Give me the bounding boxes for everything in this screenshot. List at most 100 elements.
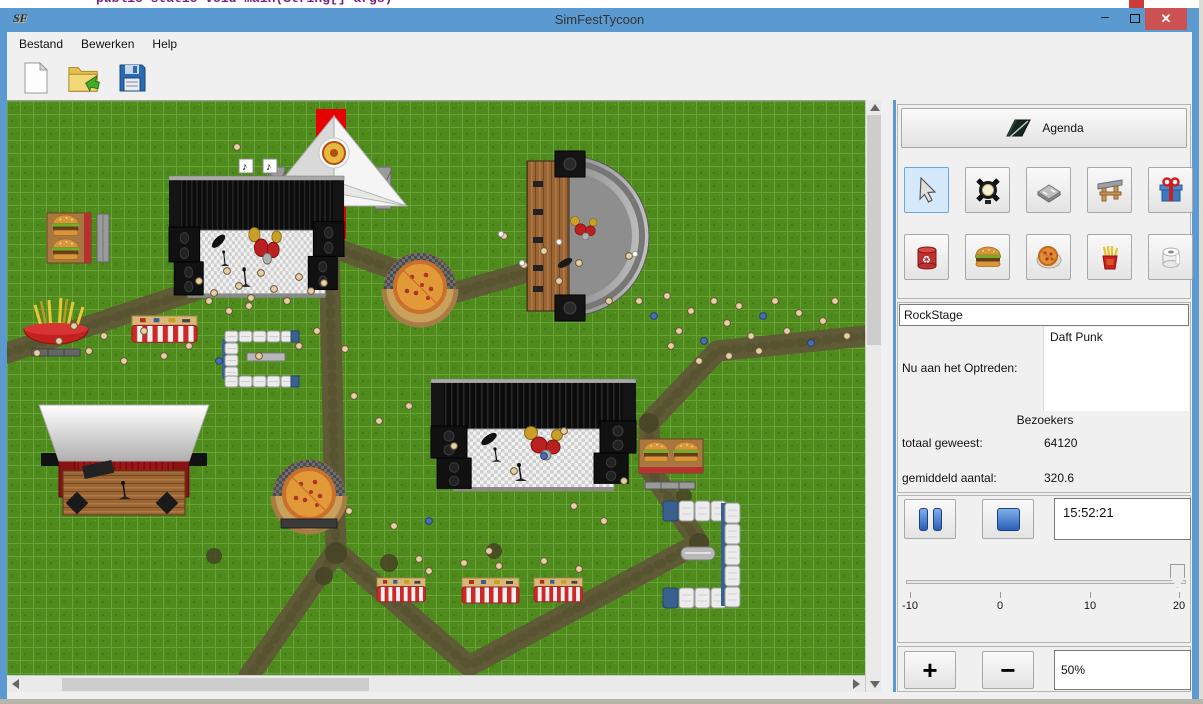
title-bar[interactable]: SF SimFestTycoon – ✕ xyxy=(7,8,1192,32)
stage-name-input[interactable] xyxy=(899,304,1189,326)
striped-stall-2[interactable] xyxy=(462,578,519,603)
visitor-dot xyxy=(296,343,303,350)
striped-stall-3[interactable] xyxy=(534,578,582,602)
map-horizontal-scrollbar[interactable] xyxy=(7,675,865,692)
tool-spotlight[interactable] xyxy=(965,167,1010,213)
toilet-paper-icon xyxy=(1156,242,1186,272)
map-vertical-scrollbar[interactable] xyxy=(865,100,881,692)
svg-text:♪: ♪ xyxy=(266,161,272,173)
burger-stand-left[interactable] xyxy=(47,213,109,263)
scroll-down-arrow[interactable] xyxy=(870,681,880,688)
visitor-dot xyxy=(391,523,398,530)
slider-tick xyxy=(1179,592,1180,598)
visitor-dot xyxy=(696,358,703,365)
visitor-dot xyxy=(711,298,718,305)
striped-stall-1[interactable] xyxy=(377,578,425,602)
slider-tick xyxy=(1000,592,1001,598)
visitor-dot xyxy=(211,290,218,297)
visitor-dot xyxy=(321,280,328,287)
tool-entrance-gate[interactable] xyxy=(1087,167,1132,213)
stop-button[interactable] xyxy=(982,499,1034,539)
speed-slider-track[interactable] xyxy=(906,580,1186,584)
tool-trash-can[interactable]: ♻ xyxy=(904,234,949,280)
burger-stand-right[interactable] xyxy=(639,439,703,489)
scroll-up-arrow[interactable] xyxy=(870,104,880,111)
visitor-dot xyxy=(756,348,763,355)
cursor-icon xyxy=(912,175,942,205)
rock-stage[interactable] xyxy=(169,176,344,298)
clock-display: 15:52:21 xyxy=(1054,498,1191,540)
visitor-dot xyxy=(206,298,213,305)
red-stage[interactable] xyxy=(39,405,209,515)
road-tile-icon xyxy=(1034,175,1064,205)
svg-text:♪: ♪ xyxy=(242,161,248,173)
visitor-dot xyxy=(576,566,583,573)
pause-button[interactable] xyxy=(904,499,956,539)
visitor-dot xyxy=(226,308,233,315)
visitor-dot xyxy=(426,518,433,525)
visitor-dot xyxy=(541,558,548,565)
tool-fries[interactable] xyxy=(1087,234,1132,280)
tool-select-cursor[interactable] xyxy=(904,167,949,213)
festival-map-viewport[interactable]: ♪ ♪ xyxy=(7,100,865,675)
menu-bar: Bestand Bewerken Help xyxy=(7,32,1192,55)
festival-map-canvas[interactable]: ♪ ♪ xyxy=(7,101,865,676)
pizza-stand-top[interactable] xyxy=(384,253,456,325)
visitor-dot xyxy=(376,418,383,425)
menu-help[interactable]: Help xyxy=(152,37,177,51)
zoom-out-button[interactable]: − xyxy=(982,651,1034,689)
minimize-button[interactable]: – xyxy=(1090,8,1120,30)
visitor-dot xyxy=(636,298,643,305)
zoom-in-button[interactable]: + xyxy=(904,651,956,689)
maximize-icon xyxy=(1130,14,1140,23)
visitor-dot xyxy=(451,443,458,450)
fries-icon xyxy=(1095,242,1125,272)
pizza-stand-bottom[interactable] xyxy=(273,460,345,532)
visitor-dot xyxy=(498,231,503,236)
visitor-dot xyxy=(71,323,78,330)
tool-hamburger[interactable] xyxy=(965,234,1010,280)
visitor-dot xyxy=(351,393,358,400)
speed-slider-thumb[interactable] xyxy=(1170,564,1185,588)
visitor-dot xyxy=(346,508,353,515)
svg-text:♻: ♻ xyxy=(922,255,931,266)
visitor-dot xyxy=(101,333,108,340)
visitor-dot xyxy=(576,260,583,267)
close-button[interactable]: ✕ xyxy=(1145,8,1187,30)
visitor-dot xyxy=(632,251,637,256)
pizza-icon xyxy=(1034,242,1064,272)
visitor-dot xyxy=(224,268,231,275)
stage-info-group: Daft Punk Nu aan het Optreden: Bezoekers… xyxy=(897,302,1191,493)
toolbar xyxy=(7,55,1192,100)
tool-pizza[interactable] xyxy=(1026,234,1071,280)
menu-bewerken[interactable]: Bewerken xyxy=(81,37,134,51)
visitor-dot xyxy=(161,353,168,360)
visitor-dot xyxy=(121,358,128,365)
visitor-dot xyxy=(496,563,503,570)
zoom-group: + − xyxy=(897,646,1191,692)
background-red-fragment xyxy=(1129,0,1144,8)
visitor-dot xyxy=(426,568,433,575)
visitor-dot xyxy=(258,270,265,277)
tool-gift[interactable] xyxy=(1148,167,1193,213)
visitor-dot xyxy=(416,556,423,563)
scroll-right-arrow[interactable] xyxy=(853,679,860,689)
vertical-scroll-thumb[interactable] xyxy=(867,115,881,345)
tool-toilet-paper[interactable] xyxy=(1148,234,1193,280)
visitor-dot xyxy=(556,239,561,244)
zoom-level-input[interactable] xyxy=(1054,650,1191,690)
visitor-dot xyxy=(234,144,241,151)
menu-bestand[interactable]: Bestand xyxy=(19,37,63,51)
agenda-button[interactable]: Agenda xyxy=(901,108,1187,148)
visitor-dot xyxy=(284,298,291,305)
open-file-button[interactable] xyxy=(67,60,101,96)
horizontal-scroll-thumb[interactable] xyxy=(62,678,369,691)
main-stage[interactable] xyxy=(431,379,636,491)
slider-tick xyxy=(1090,592,1091,598)
scroll-left-arrow[interactable] xyxy=(12,679,19,689)
visitor-dot xyxy=(668,343,675,350)
visitor-dot xyxy=(726,353,733,360)
tool-road-tile[interactable] xyxy=(1026,167,1071,213)
save-button[interactable] xyxy=(115,60,149,96)
new-document-button[interactable] xyxy=(19,60,53,96)
